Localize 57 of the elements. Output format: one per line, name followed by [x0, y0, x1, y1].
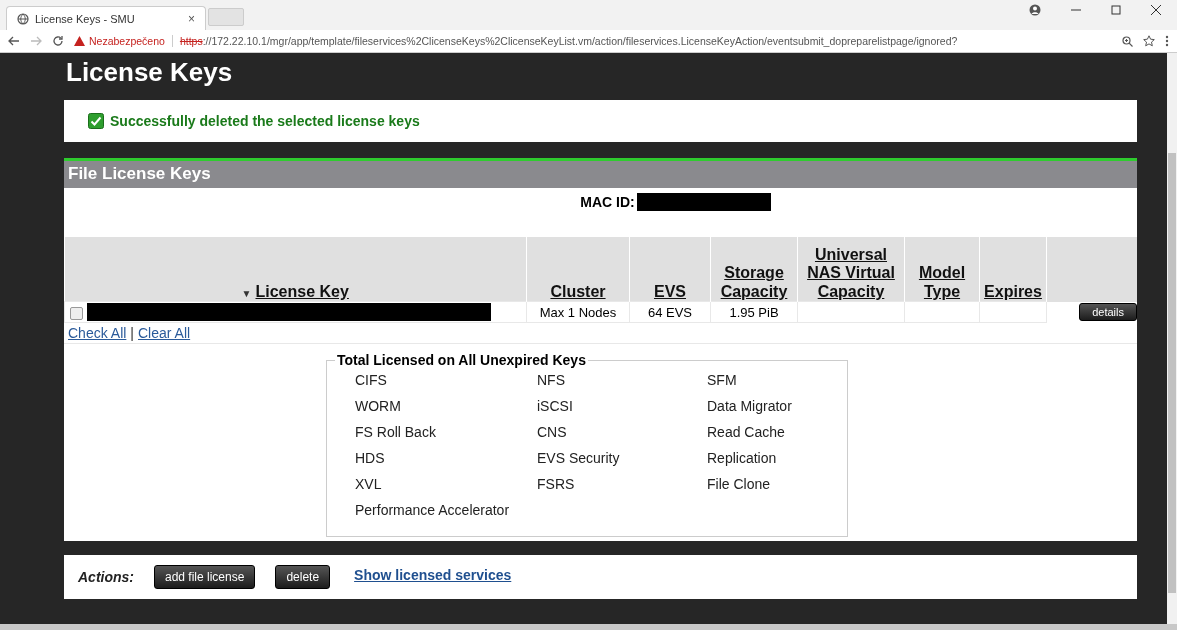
status-message: Successfully deleted the selected license keys — [110, 113, 420, 129]
check-all-link[interactable]: Check All — [68, 325, 127, 341]
actions-label: Actions: — [78, 569, 134, 585]
column-header[interactable]: License Key — [255, 282, 349, 301]
back-icon[interactable] — [8, 36, 20, 46]
service-label: WORM — [355, 398, 402, 414]
service-label: HDS — [355, 450, 386, 466]
profile-icon[interactable] — [1029, 4, 1041, 16]
globe-icon — [17, 12, 29, 25]
close-icon[interactable] — [1151, 5, 1161, 15]
separator: | — [130, 325, 134, 341]
tab-title: License Keys - SMU — [35, 12, 136, 25]
column-header[interactable]: Cluster — [550, 282, 606, 301]
service-label: EVS Security — [537, 450, 621, 466]
service-label: NFS — [537, 372, 566, 388]
page-title: License Keys — [66, 57, 234, 88]
url-text: https://172.22.10.1/mgr/app/template/fileservices%2ClicenseKeys%2ClicenseKeyList.vm/action/fileservices.LicenseKeyAction/eventsubmit_dopreparelistpage/ignored? — [179, 35, 958, 47]
close-tab-button[interactable]: × — [188, 11, 195, 26]
service-label: CNS — [537, 424, 568, 440]
service-label: Replication — [707, 450, 778, 466]
security-label: Nezabezpečeno — [89, 35, 165, 47]
row-checkbox[interactable] — [69, 306, 83, 320]
table-cell: 1.95 PiB — [729, 304, 779, 320]
service-label: Performance Accelerator — [355, 502, 511, 518]
service-label: CIFS — [355, 372, 388, 388]
mac-label: MAC ID: — [580, 194, 635, 210]
service-label: File Clone — [707, 476, 772, 492]
warning-icon — [74, 36, 85, 46]
service-label: Read Cache — [707, 424, 786, 440]
service-label: FSRS — [537, 476, 576, 492]
clear-all-link[interactable]: Clear All — [138, 325, 191, 341]
horizontal-scrollbar[interactable] — [0, 624, 1177, 630]
star-icon[interactable] — [1143, 35, 1155, 47]
scrollbar[interactable] — [1167, 53, 1177, 624]
service-label: XVL — [355, 476, 383, 492]
details-button[interactable]: details — [1079, 303, 1137, 321]
maximize-icon[interactable] — [1111, 5, 1121, 15]
panel-header: File License Keys — [64, 161, 1137, 188]
zoom-icon[interactable] — [1122, 35, 1133, 47]
group-title: Total Licensed on All Unexpired Keys — [336, 352, 587, 368]
service-label: FS Roll Back — [355, 424, 437, 440]
service-label: Data Migrator — [707, 398, 793, 414]
menu-icon[interactable] — [1165, 35, 1169, 47]
address-field[interactable]: Nezabezpečeno https://172.22.10.1/mgr/app/template/fileservices%2ClicenseKeys%2ClicenseKeyList.vm/action/fileservices.LicenseKeyAction/eventsubmit_dopreparelistpage/ignored? — [74, 32, 1112, 50]
action-button[interactable]: add file license — [154, 565, 256, 589]
service-label: iSCSI — [537, 398, 574, 414]
service-label: SFM — [707, 372, 738, 388]
action-button[interactable]: delete — [275, 565, 331, 589]
show-services-link[interactable]: Show licensed services — [354, 567, 512, 583]
browser-tab[interactable]: License Keys - SMU × — [6, 6, 206, 30]
reload-icon[interactable] — [52, 35, 64, 47]
scroll-thumb[interactable] — [1168, 153, 1176, 593]
table-cell: Max 1 Nodes — [539, 304, 617, 320]
column-header[interactable]: EVS — [654, 282, 686, 301]
sort-indicator: ▼ — [241, 287, 252, 299]
check-icon — [88, 113, 104, 129]
table-cell: 64 EVS — [647, 304, 693, 320]
